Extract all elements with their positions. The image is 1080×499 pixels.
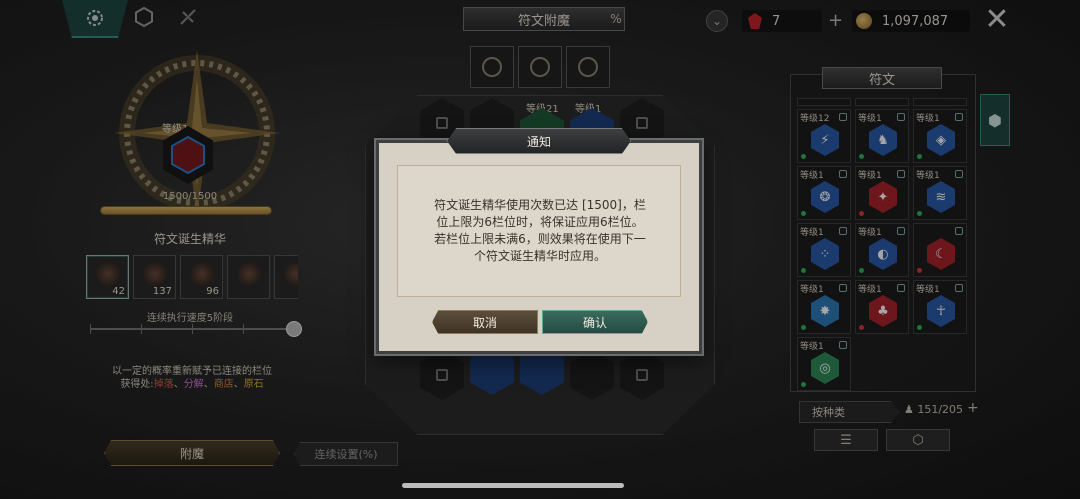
cancel-label: 取消 (472, 315, 497, 330)
home-indicator[interactable] (402, 483, 624, 488)
confirm-button[interactable]: 确认 (542, 310, 648, 334)
confirm-label: 确认 (582, 315, 607, 330)
dialog-message-line: 若栏位上限未满6，则效果将在使用下一 (434, 232, 646, 246)
dialog-title: 通知 (447, 128, 631, 154)
dialog-title-text: 通知 (526, 134, 551, 149)
dialog-message-line: 个符文诞生精华时应用。 (473, 249, 606, 263)
dialog-message-line: 位上限为6栏位时，将保证应用6栏位。 (436, 215, 644, 229)
cancel-button[interactable]: 取消 (432, 310, 538, 334)
dialog-message-line: 符文诞生精华使用次数已达 [1500]，栏 (434, 198, 646, 212)
